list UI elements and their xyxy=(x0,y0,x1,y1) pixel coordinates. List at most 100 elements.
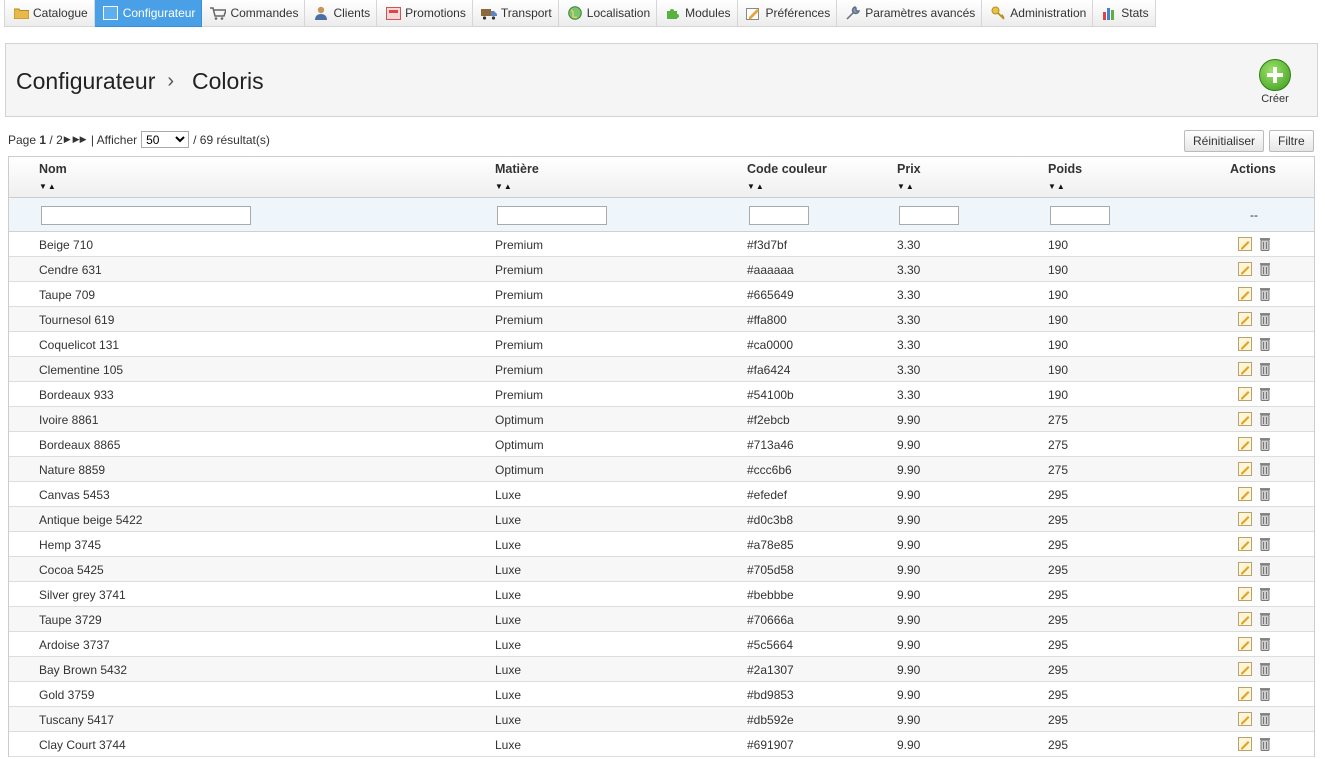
delete-icon[interactable] xyxy=(1258,737,1272,751)
edit-icon[interactable] xyxy=(1238,637,1252,651)
tab-configurateur[interactable]: Configurateur xyxy=(94,0,203,27)
table-row[interactable]: Clay Court 3744 Luxe #691907 9.90 295 xyxy=(9,732,1314,757)
edit-icon[interactable] xyxy=(1238,587,1252,601)
edit-icon[interactable] xyxy=(1238,287,1252,301)
filter-prix-input[interactable] xyxy=(899,206,959,225)
table-row[interactable]: Coquelicot 131 Premium #ca0000 3.30 190 xyxy=(9,332,1314,357)
delete-icon[interactable] xyxy=(1258,262,1272,276)
tab-catalogue[interactable]: Catalogue xyxy=(4,0,95,27)
cell-prix: 9.90 xyxy=(897,438,921,452)
delete-icon[interactable] xyxy=(1258,687,1272,701)
cell-code-couleur: #ccc6b6 xyxy=(747,463,792,477)
tab-administration[interactable]: Administration xyxy=(982,0,1094,27)
edit-icon[interactable] xyxy=(1238,312,1252,326)
filter-poids-input[interactable] xyxy=(1050,206,1110,225)
table-row[interactable]: Antique beige 5422 Luxe #d0c3b8 9.90 295 xyxy=(9,507,1314,532)
edit-icon[interactable] xyxy=(1238,712,1252,726)
edit-icon[interactable] xyxy=(1238,237,1252,251)
table-row[interactable]: Bay Brown 5432 Luxe #2a1307 9.90 295 xyxy=(9,657,1314,682)
edit-icon[interactable] xyxy=(1238,612,1252,626)
create-button[interactable]: Créer xyxy=(1255,59,1295,105)
delete-icon[interactable] xyxy=(1258,587,1272,601)
table-row[interactable]: Tournesol 619 Premium #ffa800 3.30 190 xyxy=(9,307,1314,332)
tab-param-tres-avanc-s[interactable]: Paramètres avancés xyxy=(837,0,983,27)
edit-icon[interactable] xyxy=(1238,262,1252,276)
table-row[interactable]: Taupe 709 Premium #665649 3.30 190 xyxy=(9,282,1314,307)
edit-icon[interactable] xyxy=(1238,362,1252,376)
delete-icon[interactable] xyxy=(1258,337,1272,351)
edit-icon[interactable] xyxy=(1238,512,1252,526)
tab-transport[interactable]: Transport xyxy=(472,0,559,27)
table-row[interactable]: Cendre 631 Premium #aaaaaa 3.30 190 xyxy=(9,257,1314,282)
sort-poids-icon[interactable]: ▼▲ xyxy=(1048,182,1066,191)
current-page: 1 xyxy=(39,132,47,147)
tab-label: Paramètres avancés xyxy=(865,6,976,20)
table-row[interactable]: Ardoise 3737 Luxe #5c5664 9.90 295 xyxy=(9,632,1314,657)
table-row[interactable]: Taupe 3729 Luxe #70666a 9.90 295 xyxy=(9,607,1314,632)
row-actions xyxy=(1238,537,1272,551)
per-page-select[interactable]: 50 xyxy=(141,131,190,148)
delete-icon[interactable] xyxy=(1258,312,1272,326)
tab-localisation[interactable]: Localisation xyxy=(558,0,658,27)
delete-icon[interactable] xyxy=(1258,487,1272,501)
delete-icon[interactable] xyxy=(1258,362,1272,376)
delete-icon[interactable] xyxy=(1258,637,1272,651)
delete-icon[interactable] xyxy=(1258,437,1272,451)
filter-matiere-input[interactable] xyxy=(497,206,607,225)
table-row[interactable]: Beige 710 Premium #f3d7bf 3.30 190 xyxy=(9,232,1314,257)
edit-icon[interactable] xyxy=(1238,412,1252,426)
filter-code-couleur-input[interactable] xyxy=(749,206,809,225)
delete-icon[interactable] xyxy=(1258,612,1272,626)
edit-icon[interactable] xyxy=(1238,387,1252,401)
table-row[interactable]: Tuscany 5417 Luxe #db592e 9.90 295 xyxy=(9,707,1314,732)
next-page-icon[interactable]: ▶ xyxy=(64,134,71,145)
table-row[interactable]: Bordeaux 933 Premium #54100b 3.30 190 xyxy=(9,382,1314,407)
tab-modules[interactable]: Modules xyxy=(657,0,738,27)
table-row[interactable]: Nature 8859 Optimum #ccc6b6 9.90 275 xyxy=(9,457,1314,482)
tab-stats[interactable]: Stats xyxy=(1093,0,1156,27)
tab-clients[interactable]: Clients xyxy=(305,0,378,27)
delete-icon[interactable] xyxy=(1258,512,1272,526)
delete-icon[interactable] xyxy=(1258,412,1272,426)
breadcrumb-parent[interactable]: Configurateur xyxy=(16,68,155,95)
edit-icon[interactable] xyxy=(1238,487,1252,501)
edit-icon[interactable] xyxy=(1238,687,1252,701)
delete-icon[interactable] xyxy=(1258,712,1272,726)
delete-icon[interactable] xyxy=(1258,537,1272,551)
edit-icon[interactable] xyxy=(1238,662,1252,676)
sort-prix-icon[interactable]: ▼▲ xyxy=(897,182,915,191)
edit-icon[interactable] xyxy=(1238,462,1252,476)
tab-commandes[interactable]: Commandes xyxy=(202,0,306,27)
table-row[interactable]: Clementine 105 Premium #fa6424 3.30 190 xyxy=(9,357,1314,382)
table-row[interactable]: Bordeaux 8865 Optimum #713a46 9.90 275 xyxy=(9,432,1314,457)
delete-icon[interactable] xyxy=(1258,287,1272,301)
sort-matiere-icon[interactable]: ▼▲ xyxy=(495,182,513,191)
sort-nom-icon[interactable]: ▼▲ xyxy=(39,182,57,191)
table-row[interactable]: Hemp 3745 Luxe #a78e85 9.90 295 xyxy=(9,532,1314,557)
delete-icon[interactable] xyxy=(1258,387,1272,401)
filter-button[interactable]: Filtre xyxy=(1269,130,1314,152)
cell-matiere: Premium xyxy=(495,338,544,352)
delete-icon[interactable] xyxy=(1258,237,1272,251)
edit-icon[interactable] xyxy=(1238,437,1252,451)
edit-icon[interactable] xyxy=(1238,737,1252,751)
delete-icon[interactable] xyxy=(1258,562,1272,576)
tab-promotions[interactable]: Promotions xyxy=(377,0,473,27)
edit-icon[interactable] xyxy=(1238,562,1252,576)
tab-pr-f-rences[interactable]: Préférences xyxy=(737,0,838,27)
edit-icon[interactable] xyxy=(1238,337,1252,351)
delete-icon[interactable] xyxy=(1258,662,1272,676)
edit-icon[interactable] xyxy=(1238,537,1252,551)
table-row[interactable]: Ivoire 8861 Optimum #f2ebcb 9.90 275 xyxy=(9,407,1314,432)
sort-code-couleur-icon[interactable]: ▼▲ xyxy=(747,182,765,191)
cell-nom: Coquelicot 131 xyxy=(39,338,120,352)
delete-icon[interactable] xyxy=(1258,462,1272,476)
table-row[interactable]: Silver grey 3741 Luxe #bebbbe 9.90 295 xyxy=(9,582,1314,607)
table-row[interactable]: Cocoa 5425 Luxe #705d58 9.90 295 xyxy=(9,557,1314,582)
last-page-icon[interactable]: ▶▶ xyxy=(73,134,87,145)
filter-nom-input[interactable] xyxy=(41,206,251,225)
cell-matiere: Premium xyxy=(495,363,544,377)
table-row[interactable]: Canvas 5453 Luxe #efedef 9.90 295 xyxy=(9,482,1314,507)
reset-filters-button[interactable]: Réinitialiser xyxy=(1184,130,1265,152)
table-row[interactable]: Gold 3759 Luxe #bd9853 9.90 295 xyxy=(9,682,1314,707)
